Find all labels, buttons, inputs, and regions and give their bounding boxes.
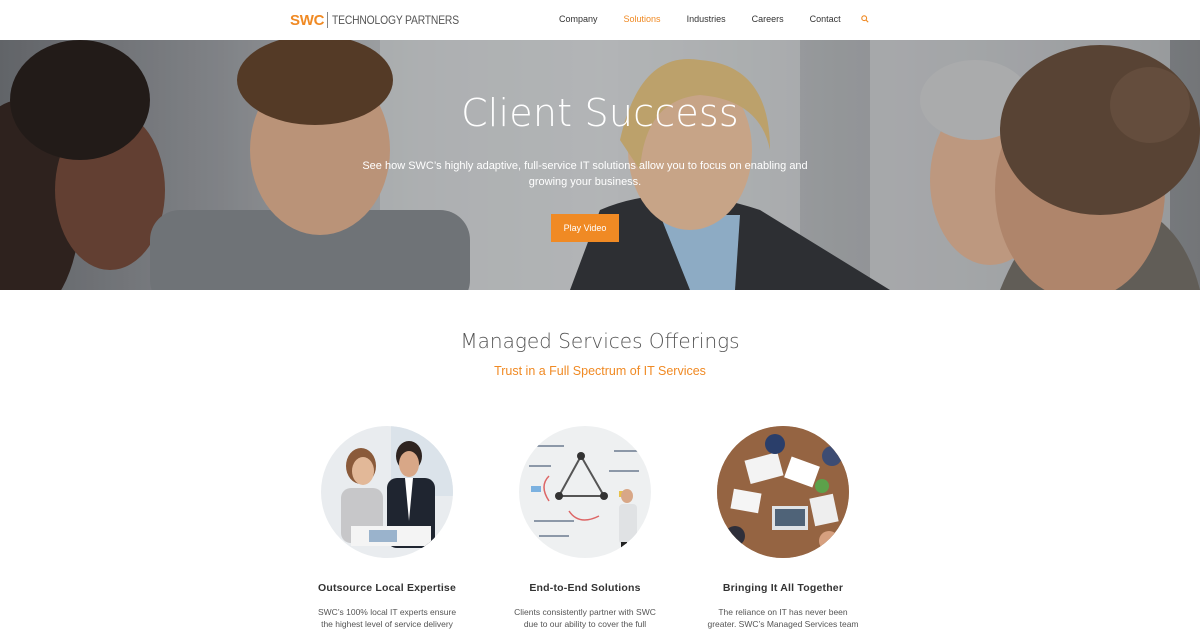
nav-careers[interactable]: Careers: [752, 14, 784, 24]
offering-text: The reliance on IT has never been greate…: [707, 607, 859, 629]
offering-title: End-to-End Solutions: [529, 582, 641, 594]
logo-divider: [327, 12, 329, 28]
hero-banner: Client Success See how SWC’s highly adap…: [0, 40, 1200, 290]
offering-card: Bringing It All Together The reliance on…: [693, 426, 873, 630]
nav-solutions[interactable]: Solutions: [624, 14, 661, 24]
site-header: SWC TECHNOLOGY PARTNERS Company Solution…: [0, 0, 1200, 40]
offering-text: Clients consistently partner with SWC du…: [514, 607, 656, 629]
offerings-subtitle: Trust in a Full Spectrum of IT Services: [494, 364, 706, 378]
logo[interactable]: SWC TECHNOLOGY PARTNERS: [290, 11, 480, 29]
offering-title: Bringing It All Together: [722, 582, 844, 594]
offerings-title: Managed Services Offerings: [460, 329, 740, 353]
logo-brand: SWC: [290, 11, 325, 29]
hero-title: Client Success: [461, 91, 739, 135]
search-icon[interactable]: [861, 15, 869, 23]
offering-title: Outsource Local Expertise: [317, 582, 457, 594]
offering-image-team-meeting: [321, 426, 453, 558]
hero-subtitle: See how SWC’s highly adaptive, full-serv…: [362, 160, 808, 188]
main-nav: Company Solutions Industries Careers Con…: [559, 14, 867, 24]
offering-image-whiteboard: [519, 426, 651, 558]
offering-card: End-to-End Solutions Clients consistentl…: [495, 426, 675, 630]
nav-industries[interactable]: Industries: [687, 14, 726, 24]
offering-text: SWC’s 100% local IT experts ensure the h…: [317, 607, 457, 629]
play-video-button[interactable]: Play Video: [551, 214, 619, 242]
offering-image-desk-collaboration: [717, 426, 849, 558]
nav-company[interactable]: Company: [559, 14, 598, 24]
nav-contact[interactable]: Contact: [810, 14, 841, 24]
offering-card: Outsource Local Expertise SWC’s 100% loc…: [297, 426, 477, 630]
logo-tagline: TECHNOLOGY PARTNERS: [332, 13, 460, 27]
